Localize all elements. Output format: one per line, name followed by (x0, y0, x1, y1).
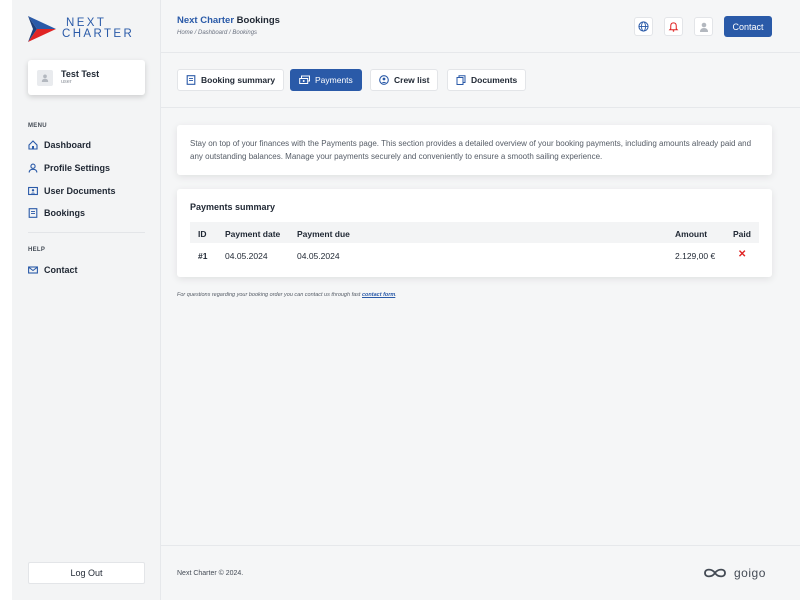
account-button[interactable] (694, 17, 713, 36)
bell-icon (668, 22, 679, 32)
intro-card: Stay on top of your finances with the Pa… (177, 125, 772, 175)
sidebar: NEXT CHARTER Test Test user MENU Dashboa… (12, 0, 161, 600)
globe-icon (638, 21, 649, 32)
unpaid-status-icon: ✕ (738, 249, 747, 260)
page-title-brand: Next Charter (177, 15, 235, 26)
payment-date: 04.05.2024 (225, 251, 268, 261)
sidebar-item-profile-settings[interactable]: Profile Settings (28, 157, 116, 180)
tab-payments[interactable]: Payments (290, 69, 362, 91)
page-title-rest: Bookings (234, 15, 280, 26)
partner-name: goigo (734, 566, 766, 580)
column-header-id: ID (198, 229, 207, 239)
sidebar-item-bookings[interactable]: Bookings (28, 202, 116, 225)
tab-label: Crew list (394, 75, 430, 85)
tab-booking-summary[interactable]: Booking summary (177, 69, 285, 91)
sidebar-item-label: Contact (44, 265, 78, 276)
document-icon (28, 208, 38, 219)
column-header-payment-date: Payment date (225, 229, 281, 239)
main-menu: Dashboard Profile Settings User Document… (28, 134, 116, 225)
sidebar-item-label: Bookings (44, 208, 86, 219)
sidebar-item-label: Dashboard (44, 140, 92, 151)
sidebar-item-label: User Documents (44, 185, 116, 196)
tab-label: Documents (471, 75, 518, 85)
user-icon (28, 163, 38, 173)
avatar (37, 69, 53, 86)
table-row: #1 04.05.2024 04.05.2024 2.129,00 € ✕ (190, 246, 759, 266)
home-icon (28, 140, 38, 150)
logo[interactable]: NEXT CHARTER (28, 16, 134, 42)
table-header: ID Payment date Payment due Amount Paid (190, 222, 759, 243)
infinity-icon (704, 568, 726, 578)
user-role: user (61, 79, 72, 85)
notifications-button[interactable] (664, 17, 683, 36)
user-name: Test Test (61, 69, 100, 79)
tab-bar: Booking summary Payments Crew list Docum… (161, 54, 800, 108)
footer: Next Charter © 2024. goigo (161, 545, 800, 600)
document-icon (186, 75, 196, 85)
tab-documents[interactable]: Documents (447, 69, 527, 91)
tab-label: Payments (315, 75, 353, 85)
sidebar-item-contact[interactable]: Contact (28, 259, 78, 282)
language-button[interactable] (634, 17, 653, 36)
column-header-paid: Paid (733, 229, 751, 239)
money-stack-icon (299, 75, 310, 84)
payments-summary-title: Payments summary (190, 202, 276, 212)
id-card-icon (28, 186, 38, 196)
copyright: Next Charter © 2024. (177, 570, 244, 577)
tab-label: Booking summary (201, 75, 276, 85)
breadcrumb: Home / Dashboard / Bookings (177, 30, 258, 36)
logo-line2: CHARTER (62, 28, 135, 40)
logo-arrow-icon (28, 16, 56, 42)
payment-id: #1 (198, 251, 208, 261)
tab-crew-list[interactable]: Crew list (370, 69, 439, 91)
column-header-payment-due: Payment due (297, 229, 350, 239)
contact-form-link[interactable]: contact form (362, 292, 395, 298)
app-root: NEXT CHARTER Test Test user MENU Dashboa… (12, 0, 800, 600)
logout-button[interactable]: Log Out (28, 562, 145, 584)
user-silhouette-icon (41, 74, 49, 82)
user-card[interactable]: Test Test user (28, 60, 145, 95)
footnote-end: . (395, 292, 397, 298)
footnote-text: For questions regarding your booking ord… (177, 292, 362, 298)
sidebar-item-label: Profile Settings (44, 163, 111, 174)
page-title: Next Charter Bookings (177, 15, 280, 26)
sidebar-divider (28, 232, 145, 233)
payment-amount: 2.129,00 € (675, 251, 716, 261)
partner-logo[interactable]: goigo (703, 566, 766, 580)
help-section-label: HELP (28, 247, 46, 253)
payments-summary-card: Payments summary ID Payment date Payment… (177, 189, 772, 277)
payment-due: 04.05.2024 (297, 251, 340, 261)
mail-icon (28, 265, 38, 275)
user-circle-icon (379, 75, 389, 85)
contact-button[interactable]: Contact (724, 16, 772, 37)
column-header-amount: Amount (675, 229, 708, 239)
menu-section-label: MENU (28, 123, 47, 129)
sidebar-item-user-documents[interactable]: User Documents (28, 179, 116, 202)
documents-icon (456, 75, 466, 85)
main-content: Next Charter Bookings Home / Dashboard /… (161, 0, 800, 600)
top-bar: Next Charter Bookings Home / Dashboard /… (161, 0, 800, 53)
help-menu: Contact (28, 259, 78, 282)
help-footnote: For questions regarding your booking ord… (177, 292, 397, 298)
sidebar-item-dashboard[interactable]: Dashboard (28, 134, 116, 157)
intro-text: Stay on top of your finances with the Pa… (190, 139, 752, 161)
user-silhouette-icon (699, 22, 708, 32)
